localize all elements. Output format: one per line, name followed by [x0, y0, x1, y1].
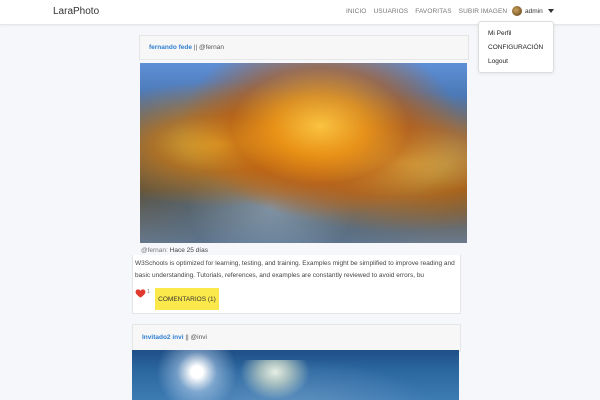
author-name[interactable]: Invitado2 invi: [142, 334, 184, 341]
username: admin: [525, 7, 543, 15]
post-card-2-header: Invitado2 invi || @invi: [132, 324, 461, 352]
like-count: 1: [147, 289, 150, 295]
meta-handle: @fernan:: [141, 247, 168, 254]
author-name[interactable]: fernando fede: [149, 44, 192, 51]
post-author: Invitado2 invi || @invi: [142, 334, 207, 341]
author-separator: ||: [183, 334, 191, 341]
post-card-1-header: fernando fede || @fernan: [139, 35, 469, 60]
comments-button[interactable]: COMENTARIOS (1): [155, 288, 219, 310]
nav-usuarios[interactable]: USUARIOS: [373, 8, 408, 15]
menu-item-mi-perfil[interactable]: Mi Perfil: [488, 30, 511, 37]
meta-time: Hace 25 días: [169, 247, 208, 254]
nav-links: INICIO USUARIOS FAVORITAS SUBIR IMAGEN: [346, 8, 507, 15]
author-separator: ||: [191, 44, 199, 51]
author-handle: @fernan: [198, 44, 225, 51]
nav-favoritas[interactable]: FAVORITAS: [415, 8, 451, 15]
caret-down-icon: [547, 9, 554, 13]
author-handle: @invi: [190, 334, 207, 341]
tree-blossom: [240, 360, 310, 400]
post-description: W3Schools is optimized for learning, tes…: [135, 260, 455, 279]
avatar: [512, 6, 522, 16]
heart-like-icon[interactable]: [135, 288, 146, 298]
post-image-autumn-leaves[interactable]: [140, 63, 467, 243]
user-menu-toggle[interactable]: admin: [512, 6, 554, 16]
post-author: fernando fede || @fernan: [149, 44, 224, 51]
menu-item-logout[interactable]: Logout: [488, 58, 508, 65]
nav-subir-imagen[interactable]: SUBIR IMAGEN: [459, 8, 508, 15]
menu-item-configuracion[interactable]: CONFIGURACIÓN: [488, 44, 543, 51]
nav-inicio[interactable]: INICIO: [346, 8, 366, 15]
user-dropdown-menu: Mi Perfil CONFIGURACIÓN Logout: [478, 21, 554, 73]
brand-logo[interactable]: LaraPhoto: [53, 6, 99, 17]
post-meta: @fernan: Hace 25 días: [141, 247, 208, 254]
